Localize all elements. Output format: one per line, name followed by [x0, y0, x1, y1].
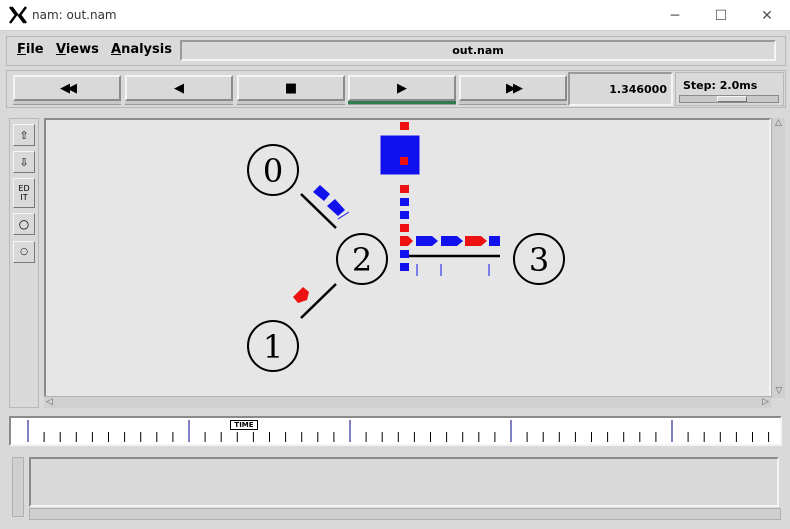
timeline-slider[interactable]: [9, 416, 782, 446]
small-circle-icon: ○: [20, 247, 28, 257]
menu-file-mnemonic: F: [17, 42, 26, 57]
edit-label: ED IT: [18, 184, 30, 202]
menu-analysis-mnemonic: A: [111, 42, 122, 57]
link-1-2: [300, 283, 337, 319]
packet-red: [293, 287, 309, 303]
node-0-label: 0: [263, 152, 283, 190]
zoom-out-icon: ⇩: [19, 155, 29, 169]
maximize-icon: ☐: [714, 7, 728, 24]
animation-canvas[interactable]: 0 1 2 3: [44, 118, 771, 398]
rewind-button[interactable]: ◀◀: [13, 75, 121, 101]
step-back-button[interactable]: ◀: [125, 75, 233, 101]
packet-blue: [313, 185, 330, 201]
step-label: Step: 2.0ms: [683, 79, 758, 92]
annotation-horizontal-scrollbar[interactable]: [29, 508, 781, 520]
packet-red: [400, 236, 413, 246]
monitor-button[interactable]: ○: [13, 213, 35, 235]
minimize-button[interactable]: ─: [652, 0, 698, 31]
packet-blue: [416, 236, 438, 246]
zoom-in-button[interactable]: ⇧: [13, 124, 35, 146]
queue-packet: [400, 185, 409, 193]
scroll-right-icon[interactable]: ▷: [762, 397, 769, 407]
maximize-button[interactable]: ☐: [698, 0, 744, 31]
fast-forward-icon: ▶▶: [506, 80, 523, 96]
circle-icon: ○: [18, 217, 30, 231]
packet-red: [465, 236, 487, 246]
menu-file[interactable]: File: [17, 42, 44, 57]
close-icon: ✕: [761, 7, 773, 24]
play-button[interactable]: ▶: [348, 75, 456, 101]
queue-packet: [400, 250, 409, 258]
rewind-indicator: [13, 101, 121, 105]
stop-indicator: [237, 101, 345, 105]
play-icon: ▶: [397, 80, 407, 96]
edit-button[interactable]: ED IT: [13, 178, 35, 208]
link-0-2: [300, 193, 337, 229]
scroll-down-icon[interactable]: ▽: [772, 386, 786, 396]
fast-forward-indicator: [459, 101, 567, 105]
packet-blue: [327, 199, 345, 216]
queue-packet: [400, 224, 409, 232]
step-slider-handle[interactable]: [717, 96, 747, 102]
packet-burst: [380, 135, 420, 175]
filename-display: out.nam: [180, 40, 776, 61]
rewind-icon: ◀◀: [60, 80, 77, 96]
node-3-label: 3: [529, 241, 549, 279]
close-button[interactable]: ✕: [744, 0, 790, 31]
topology-view: 0 1 2 3: [247, 122, 565, 372]
scroll-up-icon[interactable]: △: [772, 118, 785, 128]
nam-logo-icon: [9, 6, 27, 24]
packet-red: [400, 157, 408, 165]
current-time-display: 1.346000: [568, 72, 673, 106]
canvas-vertical-scrollbar[interactable]: △ ▽: [771, 118, 785, 398]
menu-file-label: ile: [25, 42, 44, 57]
stop-icon: ■: [284, 80, 298, 96]
menu-views-mnemonic: V: [56, 42, 66, 57]
zoom-in-icon: ⇧: [19, 128, 29, 142]
queue-packet: [400, 122, 409, 130]
menu-analysis[interactable]: Analysis: [111, 42, 172, 57]
packet-blue: [441, 236, 463, 246]
canvas-horizontal-scrollbar[interactable]: ◁ ▷: [44, 396, 771, 408]
stop-button[interactable]: ■: [237, 75, 345, 101]
node-1-label: 1: [263, 328, 283, 366]
play-backward-icon: ◀: [174, 80, 184, 96]
window-title: nam: out.nam: [32, 8, 117, 22]
node-2-label: 2: [352, 241, 372, 279]
menu-views[interactable]: Views: [56, 42, 99, 57]
timeline-ticks: [27, 420, 770, 442]
zoom-out-button[interactable]: ⇩: [13, 151, 35, 173]
menu-analysis-label: nalysis: [121, 42, 172, 57]
queue-packet: [400, 263, 409, 271]
annotation-vertical-scrollbar[interactable]: [12, 457, 24, 517]
queue-packet: [400, 198, 409, 206]
menu-views-label: iews: [65, 42, 99, 57]
scroll-left-icon[interactable]: ◁: [46, 397, 53, 407]
packet-blue: [489, 236, 500, 246]
minimize-icon: ─: [670, 7, 680, 24]
play-active-indicator: [348, 101, 456, 105]
step-back-indicator: [125, 101, 233, 105]
node-button[interactable]: ○: [13, 241, 35, 263]
queue-packet: [400, 211, 409, 219]
time-marker[interactable]: TIME: [230, 420, 258, 430]
annotation-panel: [29, 457, 779, 507]
fast-forward-button[interactable]: ▶▶: [459, 75, 567, 101]
